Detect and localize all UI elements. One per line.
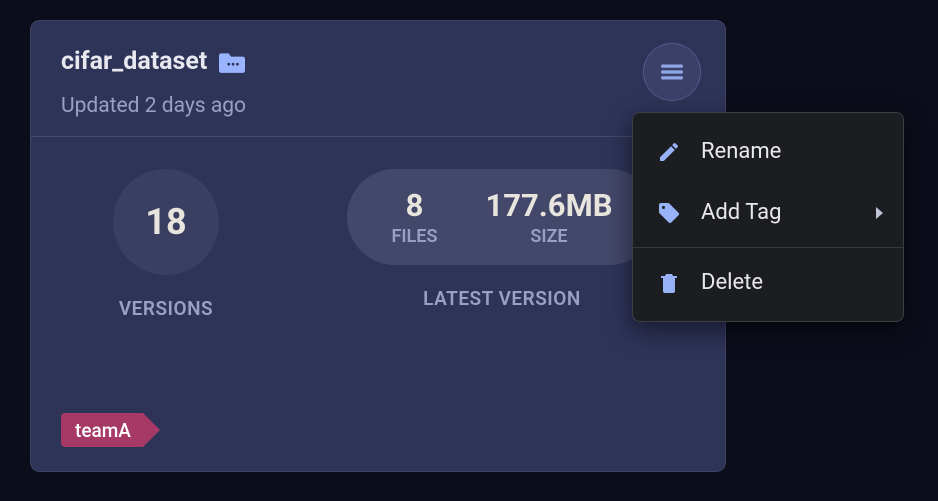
team-tag[interactable]: teamA — [61, 413, 160, 447]
dataset-card: cifar_dataset Updated 2 days ago 18 VERS… — [30, 20, 726, 472]
menu-item-rename[interactable]: Rename — [633, 121, 903, 182]
rename-label: Rename — [701, 139, 781, 164]
context-menu: Rename Add Tag Delete — [632, 112, 904, 322]
tag-label: teamA — [61, 413, 143, 447]
versions-stat: 18 VERSIONS — [61, 169, 261, 320]
files-label: FILES — [391, 226, 437, 247]
latest-version-label: LATEST VERSION — [423, 287, 581, 310]
trash-icon — [657, 271, 681, 295]
menu-divider — [633, 247, 903, 248]
add-tag-label: Add Tag — [701, 200, 781, 225]
versions-count: 18 — [145, 201, 186, 243]
folder-icon — [219, 51, 245, 73]
pencil-icon — [657, 140, 681, 164]
tag-icon — [657, 201, 681, 225]
hamburger-icon — [658, 58, 686, 86]
files-value: 8 — [406, 187, 424, 224]
chevron-right-icon — [876, 207, 883, 219]
size-value: 177.6MB — [485, 187, 612, 224]
card-header: cifar_dataset Updated 2 days ago — [31, 21, 725, 137]
dataset-title: cifar_dataset — [61, 47, 207, 76]
versions-label: VERSIONS — [119, 297, 213, 320]
updated-text: Updated 2 days ago — [61, 94, 695, 118]
menu-item-add-tag[interactable]: Add Tag — [633, 182, 903, 243]
delete-label: Delete — [701, 270, 763, 295]
size-label: SIZE — [530, 226, 567, 247]
size-stat: 177.6MB SIZE — [485, 187, 612, 247]
versions-circle: 18 — [113, 169, 219, 275]
title-row: cifar_dataset — [61, 47, 695, 76]
tag-arrow-shape — [143, 413, 160, 447]
stats-row: 18 VERSIONS 8 FILES 177.6MB SIZE LATEST … — [31, 137, 725, 348]
menu-item-delete[interactable]: Delete — [633, 252, 903, 313]
card-menu-button[interactable] — [643, 43, 701, 101]
files-stat: 8 FILES — [391, 187, 437, 247]
latest-version-pill: 8 FILES 177.6MB SIZE — [347, 169, 656, 265]
